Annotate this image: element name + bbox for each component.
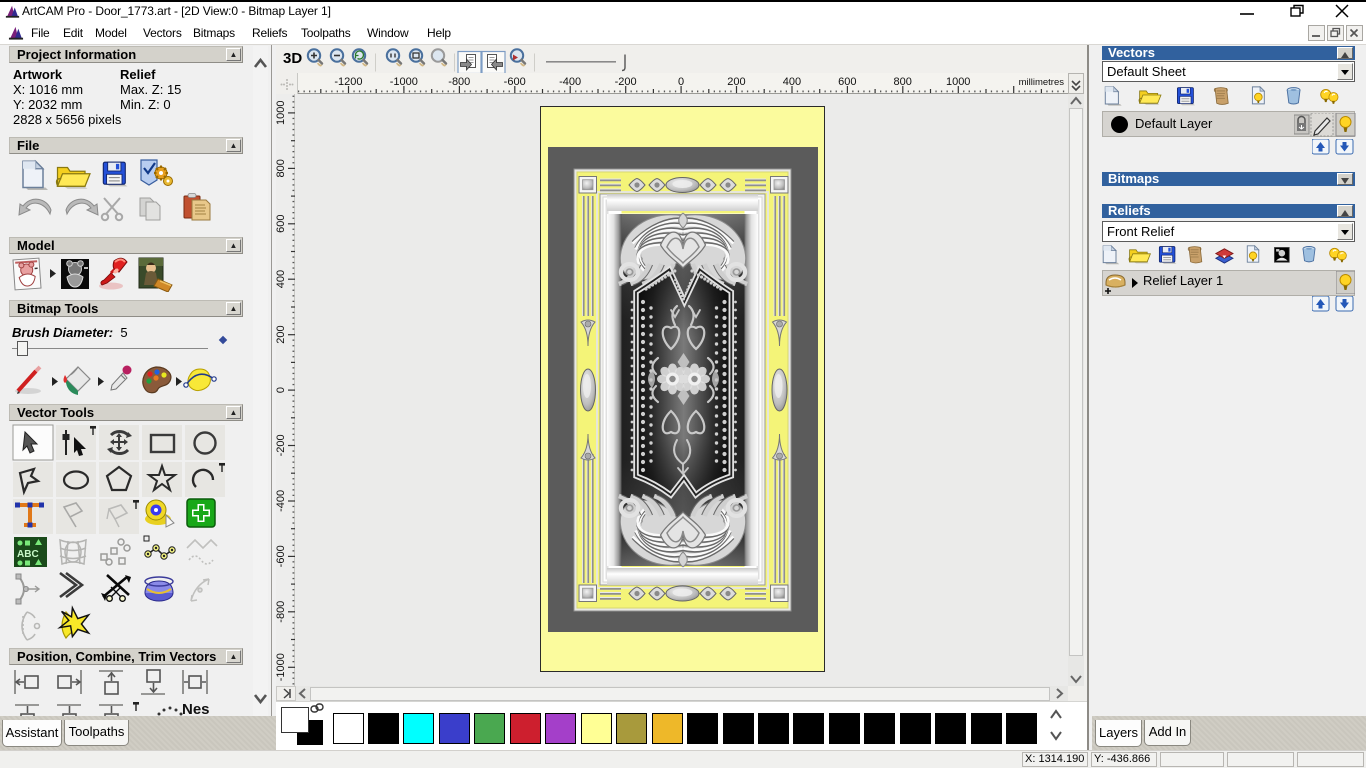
svg-text:1000: 1000 — [276, 101, 287, 125]
svg-text:-800: -800 — [276, 601, 287, 623]
svg-text:-1000: -1000 — [276, 653, 287, 681]
svg-text:-600: -600 — [276, 545, 287, 567]
svg-text:400: 400 — [276, 270, 287, 288]
svg-text:0: 0 — [276, 387, 287, 393]
svg-text:millimetres: millimetres — [1019, 77, 1065, 88]
svg-text:600: 600 — [276, 215, 287, 233]
svg-text:200: 200 — [276, 325, 287, 343]
svg-text:ABC: ABC — [17, 549, 39, 560]
svg-text:-400: -400 — [276, 490, 287, 512]
svg-text:-200: -200 — [276, 434, 287, 456]
svg-text:800: 800 — [276, 159, 287, 177]
svg-text:Nes: Nes — [182, 701, 210, 716]
